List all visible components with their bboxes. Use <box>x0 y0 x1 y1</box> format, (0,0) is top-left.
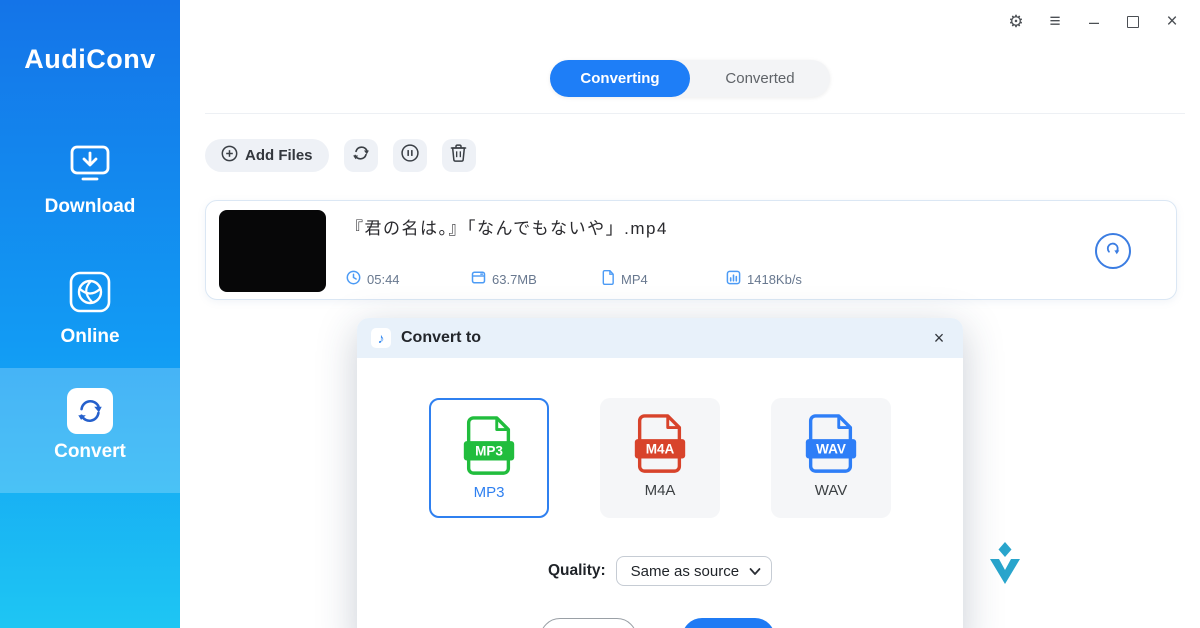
sidebar-item-convert-inner: Convert <box>0 388 180 463</box>
format-option-mp3[interactable]: MP3 MP3 <box>429 398 549 518</box>
quality-row: Quality: Same as source <box>357 556 963 586</box>
file-duration: 05:44 <box>346 270 471 288</box>
convert-retry-button[interactable] <box>1095 233 1131 269</box>
dialog-close-button[interactable]: × <box>929 328 949 349</box>
refresh-circle-icon <box>1104 240 1122 263</box>
svg-text:M4A: M4A <box>646 442 675 457</box>
format-label: WAV <box>815 482 848 499</box>
minimize-button[interactable]: – <box>1086 12 1102 32</box>
add-files-label: Add Files <box>245 147 313 164</box>
maximize-button[interactable] <box>1125 12 1141 32</box>
quality-dropdown[interactable]: Same as source <box>616 556 772 586</box>
bitrate-chart-icon <box>726 270 741 288</box>
sidebar-item-online[interactable]: Online <box>0 270 180 348</box>
app-window: AudiConv Download O <box>0 0 1200 628</box>
format-label: M4A <box>645 482 676 499</box>
svg-text:MP3: MP3 <box>475 444 503 459</box>
quality-label: Quality: <box>548 562 606 580</box>
add-files-button[interactable]: Add Files <box>205 139 329 172</box>
chevron-down-icon <box>749 567 761 576</box>
format-options: MP3 MP3 M4A M4A WAV <box>357 398 963 518</box>
music-note-icon: ♪ <box>371 328 391 348</box>
sidebar: AudiConv Download O <box>0 0 180 628</box>
file-size: 63.7MB <box>471 270 601 288</box>
format-option-wav[interactable]: WAV WAV <box>771 398 891 518</box>
globe-icon <box>68 270 112 319</box>
file-bitrate: 1418Kb/s <box>726 270 802 288</box>
sidebar-item-download[interactable]: Download <box>0 144 180 218</box>
dialog-secondary-button[interactable] <box>540 618 637 628</box>
window-controls: ⚙ ≡ – × <box>1008 12 1180 32</box>
format-label: MP3 <box>474 484 505 501</box>
file-bitrate-value: 1418Kb/s <box>747 272 802 287</box>
format-option-m4a[interactable]: M4A M4A <box>600 398 720 518</box>
dialog-header: ♪ Convert to × <box>357 318 963 358</box>
toolbar: Add Files <box>205 139 476 172</box>
refresh-icon <box>351 143 371 168</box>
clock-icon <box>346 270 361 288</box>
close-button[interactable]: × <box>1164 12 1180 32</box>
hamburger-menu-icon[interactable]: ≡ <box>1047 12 1063 32</box>
file-format-value: MP4 <box>621 272 648 287</box>
sidebar-item-label: Convert <box>54 441 126 463</box>
dialog-primary-button[interactable] <box>682 618 775 628</box>
sidebar-item-label: Online <box>60 326 119 348</box>
status-tabs: Converting Converted <box>550 60 830 97</box>
gear-icon[interactable]: ⚙ <box>1008 12 1024 32</box>
svg-text:WAV: WAV <box>816 442 846 457</box>
convert-to-dialog: ♪ Convert to × MP3 MP3 M4A <box>357 318 963 628</box>
file-row: 『君の名は。』「なんでもないや」.mp4 05:44 <box>205 200 1177 300</box>
file-format: MP4 <box>601 270 726 288</box>
dialog-title: Convert to <box>401 329 481 347</box>
file-title: 『君の名は。』「なんでもないや」.mp4 <box>346 214 668 239</box>
storage-icon <box>471 270 486 288</box>
pause-icon <box>400 143 420 168</box>
brand-watermark-icon <box>985 541 1025 592</box>
monitor-download-icon <box>68 144 112 189</box>
m4a-file-icon: M4A <box>629 412 691 476</box>
divider <box>205 113 1185 114</box>
file-duration-value: 05:44 <box>367 272 400 287</box>
wav-file-icon: WAV <box>800 412 862 476</box>
quality-value: Same as source <box>631 563 739 580</box>
tab-converted[interactable]: Converted <box>690 60 830 97</box>
mp3-file-icon: MP3 <box>458 414 520 478</box>
convert-arrows-icon <box>67 388 113 434</box>
sidebar-item-convert[interactable]: Convert <box>0 368 180 493</box>
trash-icon <box>449 143 468 168</box>
tab-converting[interactable]: Converting <box>550 60 690 97</box>
file-size-value: 63.7MB <box>492 272 537 287</box>
video-thumbnail <box>219 210 326 292</box>
sidebar-item-label: Download <box>45 196 136 218</box>
file-meta-row: 05:44 63.7MB <box>346 270 802 288</box>
app-logo: AudiConv <box>0 44 180 75</box>
document-icon <box>601 270 615 288</box>
pause-all-button[interactable] <box>393 139 427 172</box>
plus-circle-icon <box>221 145 238 166</box>
delete-all-button[interactable] <box>442 139 476 172</box>
maximize-icon <box>1127 16 1139 28</box>
refresh-all-button[interactable] <box>344 139 378 172</box>
